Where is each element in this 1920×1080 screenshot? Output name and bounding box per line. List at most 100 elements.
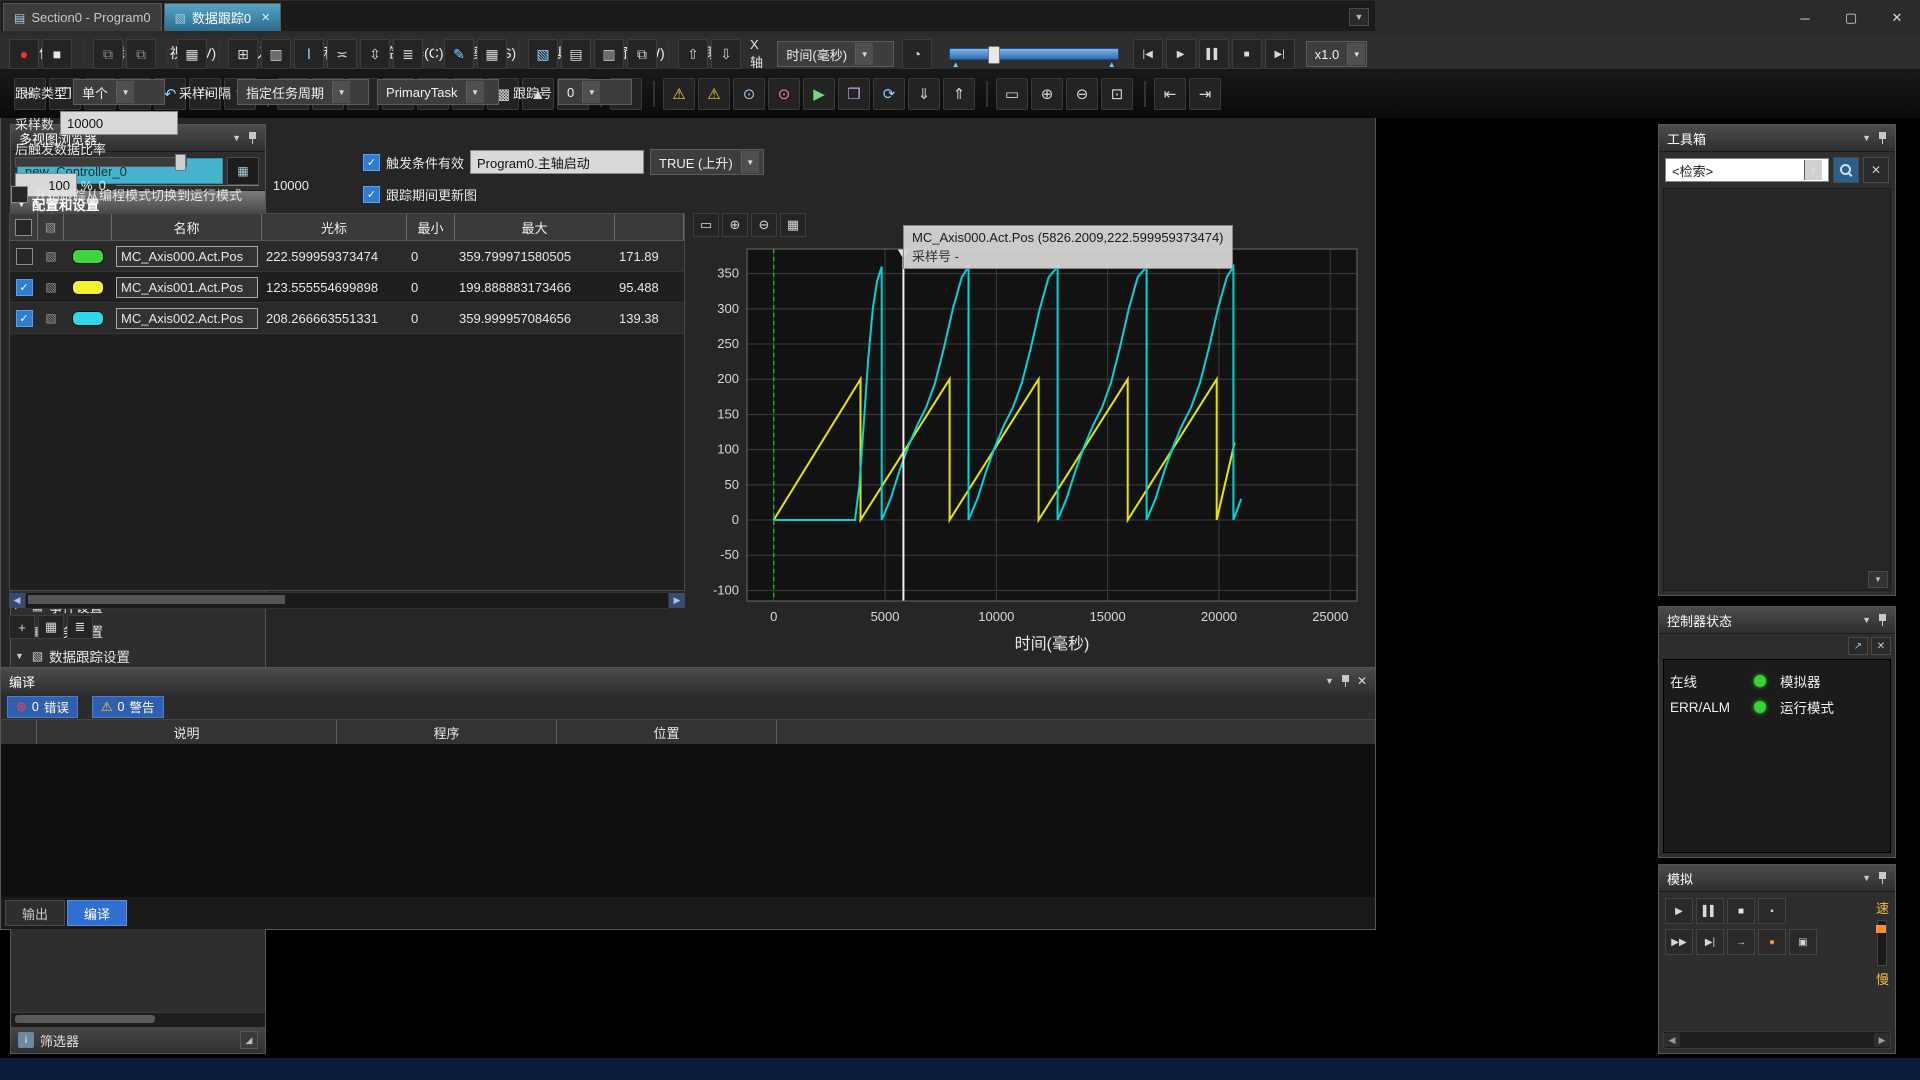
filter-bar[interactable]: i 筛选器 ◢	[11, 1026, 265, 1053]
trace-type-dropdown[interactable]: 单个	[73, 79, 165, 105]
chart-a-button[interactable]: ▧	[528, 39, 558, 69]
pin-icon[interactable]	[1878, 872, 1887, 885]
extra-column-header[interactable]	[615, 214, 684, 240]
grid-view-button[interactable]: ▦	[38, 615, 64, 639]
scroll-right-icon[interactable]: ▶	[1874, 1033, 1890, 1047]
max-column-header[interactable]: 最大	[455, 214, 615, 240]
stop-play-button[interactable]: ■	[1232, 39, 1262, 69]
list-view-button[interactable]: ≣	[67, 615, 93, 639]
sampling-interval-dropdown[interactable]: 指定任务周期	[237, 79, 369, 105]
min-column-header[interactable]: 最小	[407, 214, 455, 240]
update-during-trace-checkbox[interactable]	[363, 186, 380, 203]
pause-button[interactable]: ▌▌	[1696, 898, 1724, 924]
clear-search-button[interactable]: ✕	[1863, 157, 1889, 183]
stop-button[interactable]: ■	[1727, 898, 1755, 924]
filter-expand-button[interactable]: ◢	[240, 1031, 258, 1049]
scroll-left-icon[interactable]: ◀	[9, 593, 25, 608]
play-button[interactable]: ▶	[1665, 898, 1693, 924]
sim-hscrollbar[interactable]: ◀ ▶	[1663, 1031, 1891, 1049]
search-button[interactable]	[1833, 157, 1859, 183]
trigger-variable-input[interactable]: Program0.主轴启动	[470, 150, 644, 174]
select-all-checkbox[interactable]	[15, 219, 32, 236]
table-btn-button[interactable]: ▦	[477, 39, 507, 69]
program-column-header[interactable]: 程序	[337, 720, 557, 744]
grid-btn-button[interactable]: ⊞	[228, 39, 258, 69]
trigger-condition-dropdown[interactable]: TRUE (上升)	[650, 149, 764, 175]
close-icon[interactable]: ✕	[1871, 637, 1891, 655]
tab-output[interactable]: 输出	[5, 900, 65, 926]
signal-row-0[interactable]: ▧MC_Axis000.Act.Pos222.5999593734740359.…	[10, 241, 684, 272]
chevron-down-icon[interactable]	[1804, 160, 1822, 180]
trace-number-dropdown[interactable]: 0	[558, 79, 632, 105]
signal-color-swatch[interactable]	[72, 249, 104, 264]
record-dot-button[interactable]: ●	[1758, 929, 1786, 955]
trigger-enabled-checkbox[interactable]	[363, 154, 380, 171]
tab-section0-program0[interactable]: ▤ Section0 - Program0	[3, 3, 162, 31]
tab-data-trace0[interactable]: ▧ 数据跟踪0 ✕	[164, 3, 282, 31]
step-button[interactable]: ▪	[1758, 898, 1786, 924]
chevron-down-icon[interactable]: ▼	[1325, 676, 1334, 686]
import-btn-button[interactable]: ⇩	[711, 39, 741, 69]
toolbox-search-input[interactable]: <检索>	[1665, 158, 1829, 182]
attach-button[interactable]: ⧉	[93, 39, 123, 69]
overlay-btn-button[interactable]: ≣	[393, 39, 423, 69]
sim-speed-slider[interactable]	[1877, 920, 1887, 966]
measure-btn-button[interactable]: ⇳	[360, 39, 390, 69]
desc-column-header[interactable]: 说明	[37, 720, 337, 744]
warning-badge[interactable]: ⚠ 0警告	[92, 696, 164, 718]
maximize-button[interactable]: ▢	[1828, 0, 1874, 36]
signal-visible-checkbox[interactable]	[16, 310, 33, 327]
start-on-run-checkbox[interactable]	[11, 186, 28, 203]
signal-table-hscrollbar[interactable]: ◀ ▶	[9, 593, 685, 608]
scale-btn-button[interactable]: ▥	[261, 39, 291, 69]
close-icon[interactable]: ✕	[261, 11, 270, 24]
export-btn-button[interactable]: ⇧	[678, 39, 708, 69]
signal-visible-checkbox[interactable]	[16, 279, 33, 296]
sample-count-input[interactable]: 10000	[60, 111, 178, 135]
minimize-button[interactable]: ─	[1782, 0, 1828, 36]
task-dropdown[interactable]: PrimaryTask	[377, 79, 499, 105]
chevron-down-icon[interactable]: ▼	[1862, 133, 1871, 143]
cursor-h-button[interactable]: ≍	[327, 39, 357, 69]
signal-row-1[interactable]: ▧MC_Axis001.Act.Pos123.5555546998980199.…	[10, 272, 684, 303]
select-region-button[interactable]: ▭	[693, 213, 719, 237]
tab-list-dropdown[interactable]: ▼	[1349, 8, 1369, 26]
record-button[interactable]: ●	[9, 39, 39, 69]
pin-icon[interactable]	[1878, 614, 1887, 627]
error-badge[interactable]: ⊗ 0错误	[7, 696, 78, 718]
signal-name[interactable]: MC_Axis002.Act.Pos	[116, 308, 258, 329]
fast-forward-button[interactable]: ▶▶	[1665, 929, 1693, 955]
name-column-header[interactable]: 名称	[112, 214, 262, 240]
playback-speed-dropdown[interactable]: x1.0	[1306, 41, 1367, 67]
play-button[interactable]: ▶	[1166, 39, 1196, 69]
signal-row-2[interactable]: ▧MC_Axis002.Act.Pos208.2666635513310359.…	[10, 303, 684, 334]
pin-icon[interactable]	[1341, 675, 1350, 688]
scroll-right-icon[interactable]: ▶	[669, 593, 685, 608]
signal-visible-checkbox[interactable]	[16, 248, 33, 265]
cursor-column-header[interactable]: 光标	[262, 214, 407, 240]
trace-chart[interactable]: 0500010000150002000025000-100-5005010015…	[689, 235, 1373, 663]
close-icon[interactable]: ✕	[1357, 674, 1367, 688]
xaxis-unit-dropdown[interactable]: 时间(毫秒)	[777, 41, 894, 67]
location-column-header[interactable]: 位置	[557, 720, 777, 744]
frame-button[interactable]: ▣	[1789, 929, 1817, 955]
jump-button[interactable]: →	[1727, 929, 1755, 955]
add-row-button[interactable]: +	[9, 615, 35, 639]
step-end-button[interactable]: ▶|	[1696, 929, 1724, 955]
signal-color-swatch[interactable]	[72, 311, 104, 326]
scroll-left-icon[interactable]: ◀	[1664, 1033, 1680, 1047]
chart-d-button[interactable]: ⧉	[627, 39, 657, 69]
seek-end-button[interactable]: ▶|	[1265, 39, 1295, 69]
pen-btn-button[interactable]: ✎	[444, 39, 474, 69]
seek-start-button[interactable]: |◀	[1133, 39, 1163, 69]
tab-build[interactable]: 编译	[67, 900, 127, 926]
zoom-out-chart-button[interactable]: ⊖	[751, 213, 777, 237]
chevron-down-icon[interactable]: ▼	[1862, 873, 1871, 883]
signal-name[interactable]: MC_Axis000.Act.Pos	[116, 246, 258, 267]
explorer-hscrollbar[interactable]	[11, 1012, 265, 1026]
chevron-down-icon[interactable]: ▼	[1862, 615, 1871, 625]
time-sync-button[interactable]: ◔	[902, 39, 932, 69]
pin-icon[interactable]	[1878, 132, 1887, 145]
position-slider[interactable]: ▲ ▲	[949, 48, 1119, 60]
chart-c-button[interactable]: ▥	[594, 39, 624, 69]
